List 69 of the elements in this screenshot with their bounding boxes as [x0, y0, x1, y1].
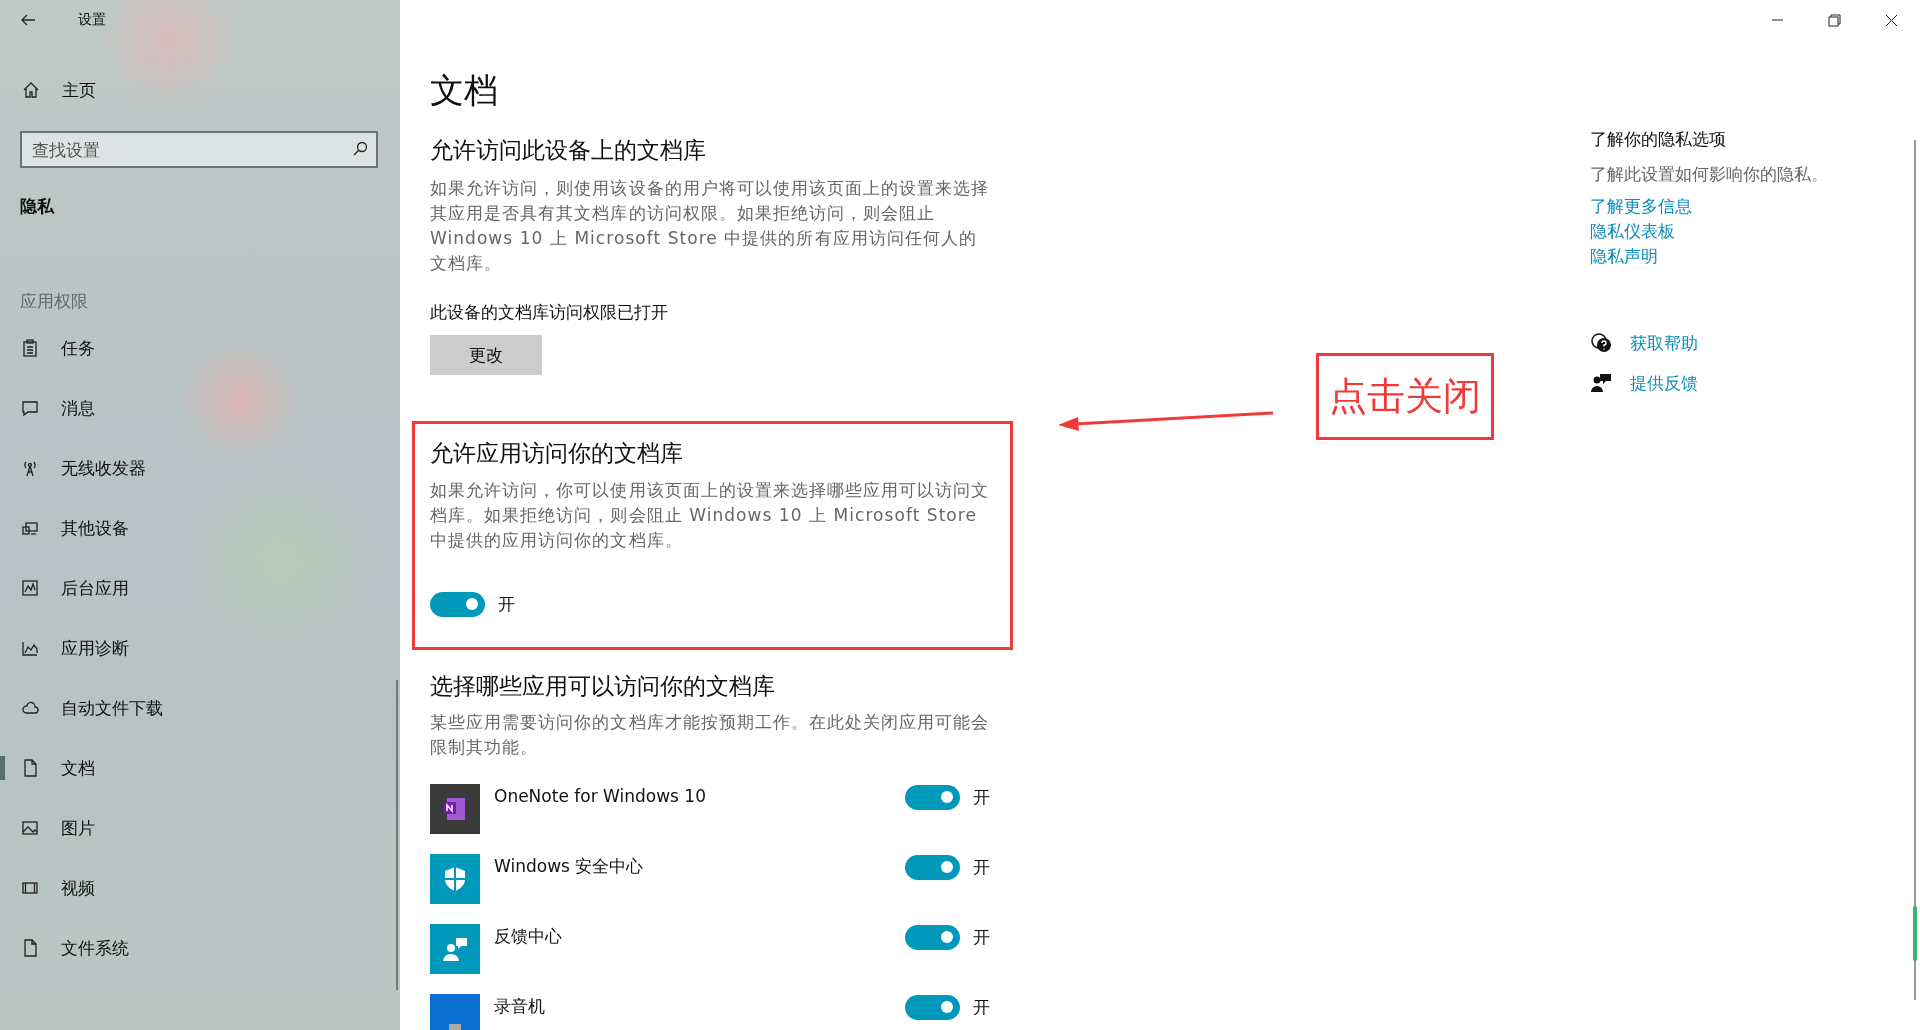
scroll-thumb[interactable]: [1913, 906, 1917, 961]
app-icon: [430, 994, 480, 1030]
toggle-switch[interactable]: [905, 925, 960, 950]
section-heading: 允许应用访问你的文档库: [430, 439, 684, 468]
section-heading: 隐私: [20, 195, 55, 218]
app-name: OneNote for Windows 10: [494, 785, 707, 808]
change-button[interactable]: 更改: [430, 335, 542, 375]
nav-icon: [21, 339, 39, 357]
app-icon: [430, 924, 480, 974]
nav-item[interactable]: 任务: [0, 318, 400, 378]
info-link[interactable]: 隐私声明: [1590, 244, 1658, 269]
nav-item[interactable]: 文档: [0, 738, 400, 798]
action-link[interactable]: 获取帮助: [1630, 330, 1698, 356]
nav-icon: [21, 879, 39, 897]
toggle-switch[interactable]: [430, 592, 485, 617]
nav-item[interactable]: 后台应用: [0, 558, 400, 618]
window-title: 设置: [78, 11, 106, 29]
nav-item[interactable]: 图片: [0, 798, 400, 858]
app-name: 反馈中心: [494, 925, 563, 948]
nav-icon: [21, 579, 39, 597]
nav-icon: [21, 939, 39, 957]
nav-icon: [21, 459, 39, 477]
person-feedback-icon: [1590, 372, 1612, 394]
search-icon: [352, 141, 368, 157]
search-field[interactable]: 查找设置: [20, 131, 378, 168]
info-description: 了解此设置如何影响你的隐私。: [1590, 163, 1829, 186]
scrollbar[interactable]: [396, 680, 398, 990]
nav-item[interactable]: 无线收发器: [0, 438, 400, 498]
app-name: 录音机: [494, 995, 546, 1018]
toggle-label: 开: [973, 786, 990, 809]
toggle-label: 开: [498, 593, 515, 616]
info-link[interactable]: 了解更多信息: [1590, 194, 1692, 219]
nav-icon: [21, 759, 39, 777]
page-title: 文档: [430, 69, 499, 112]
toggle-label: 开: [973, 996, 990, 1019]
nav-item[interactable]: 自动文件下载: [0, 678, 400, 738]
nav-item[interactable]: 应用诊断: [0, 618, 400, 678]
info-heading: 了解你的隐私选项: [1590, 128, 1727, 151]
nav-icon: [21, 699, 39, 717]
toggle-switch[interactable]: [905, 785, 960, 810]
nav-icon: [21, 519, 39, 537]
home-nav-item[interactable]: 主页: [0, 70, 400, 110]
nav-item[interactable]: 文件系统: [0, 918, 400, 978]
toggle-switch[interactable]: [905, 855, 960, 880]
nav-icon: [21, 819, 39, 837]
app-icon: [430, 854, 480, 904]
toggle-label: 开: [973, 926, 990, 949]
nav-item[interactable]: 其他设备: [0, 498, 400, 558]
nav-item[interactable]: 消息: [0, 378, 400, 438]
status-text: 此设备的文档库访问权限已打开: [430, 301, 669, 324]
nav-icon: [21, 639, 39, 657]
section-description: 如果允许访问，你可以使用该页面上的设置来选择哪些应用可以访问文档库。如果拒绝访问，则会阻止 Windows 10 上 Microsoft Store 中提供的应用访问你的文档库。: [430, 479, 991, 552]
action-link[interactable]: 提供反馈: [1630, 370, 1698, 396]
toggle-label: 开: [973, 856, 990, 879]
group-label: 应用权限: [20, 290, 89, 313]
app-name: Windows 安全中心: [494, 855, 645, 878]
scrollbar[interactable]: [1914, 140, 1916, 1000]
back-arrow-icon[interactable]: [20, 12, 36, 28]
annotation-label: 点击关闭: [1316, 353, 1494, 440]
nav-item[interactable]: 视频: [0, 858, 400, 918]
home-icon: [22, 81, 40, 99]
section-heading: 选择哪些应用可以访问你的文档库: [430, 672, 776, 701]
info-link[interactable]: 隐私仪表板: [1590, 219, 1675, 244]
nav-icon: [21, 399, 39, 417]
section-description: 如果允许访问，则使用该设备的用户将可以使用该页面上的设置来选择其应用是否具有其文档库的访问权限。如果拒绝访问，则会阻止 Windows 10 上 Microsoft Store 中提供的所有应用访问任何人的文档库。: [430, 177, 991, 275]
section-heading: 允许访问此设备上的文档库: [430, 136, 707, 165]
app-icon: [430, 784, 480, 834]
section-description: 某些应用需要访问你的文档库才能按预期工作。在此处关闭应用可能会限制其功能。: [430, 711, 991, 759]
toggle-switch[interactable]: [905, 995, 960, 1020]
